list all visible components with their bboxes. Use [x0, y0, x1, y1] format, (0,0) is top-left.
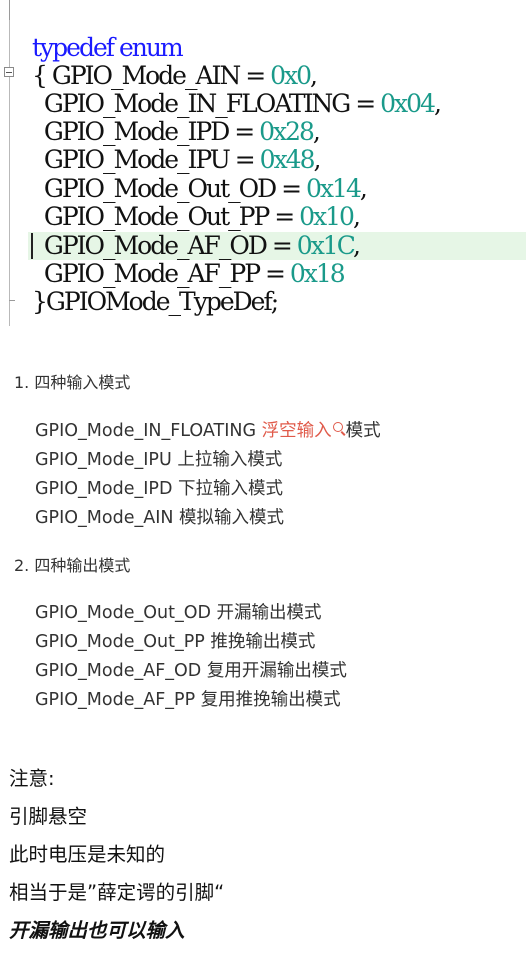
list-item: GPIO_Mode_AF_PP 复用推挽输出模式: [35, 688, 341, 712]
mode-name: GPIO_Mode_Out_PP: [35, 632, 211, 652]
mode-desc: 推挽输出模式: [210, 632, 316, 652]
code-number: 0x48: [259, 145, 316, 174]
code-text: ,: [433, 89, 442, 118]
list-item: GPIO_Mode_Out_PP 推挽输出模式: [35, 630, 315, 654]
code-line-4: GPIO_Mode_IPD = 0x28,: [32, 117, 321, 146]
code-line-10: }GPIOMode_TypeDef;: [32, 287, 279, 316]
list-item: GPIO_Mode_IPU 上拉输入模式: [35, 448, 282, 472]
mode-name: GPIO_Mode_IN_FLOATING: [35, 421, 262, 441]
code-keyword: typedef enum: [32, 33, 184, 62]
gutter-line: [9, 0, 10, 326]
note-heading: 注意:: [9, 767, 55, 790]
fold-end-marker: [9, 300, 15, 301]
text-cursor: [31, 233, 33, 259]
code-text: ,: [312, 117, 321, 146]
code-line-3: GPIO_Mode_IN_FLOATING = 0x04,: [32, 89, 442, 118]
mode-desc: 复用开漏输出模式: [206, 661, 347, 681]
code-text: ,: [313, 145, 322, 174]
mode-name: GPIO_Mode_AF_OD: [35, 661, 207, 681]
code-number: 0x1C: [296, 231, 355, 260]
code-text: GPIO_Mode_IPU =: [32, 145, 260, 174]
collapse-icon[interactable]: [4, 67, 14, 77]
code-block: typedef enum { GPIO_Mode_AIN = 0x0, GPIO…: [0, 0, 526, 326]
code-line-9: GPIO_Mode_AF_PP = 0x18: [32, 259, 346, 288]
code-line-1: typedef enum: [32, 33, 184, 62]
code-text: ,: [352, 202, 361, 231]
code-text: ,: [359, 174, 368, 203]
mode-desc: 上拉输入模式: [177, 450, 283, 470]
code-text: GPIO_Mode_IPD =: [32, 117, 260, 146]
section-heading-output-modes: 2. 四种输出模式: [14, 556, 131, 575]
note-emphasis: 开漏输出也可以输入: [9, 919, 185, 942]
list-item: GPIO_Mode_IN_FLOATING 浮空输入 模式: [35, 419, 381, 443]
note-line: 引脚悬空: [9, 805, 88, 828]
mode-desc: 复用推挽输出模式: [200, 690, 341, 710]
code-line-2: { GPIO_Mode_AIN = 0x0,: [32, 61, 318, 90]
code-text: GPIO_Mode_AF_OD =: [32, 231, 297, 260]
code-line-8: GPIO_Mode_AF_OD = 0x1C,: [32, 231, 361, 260]
code-text: GPIO_Mode_AF_PP =: [32, 259, 290, 288]
code-number: 0x10: [299, 202, 355, 231]
code-number: 0x18: [289, 259, 346, 288]
code-line-5: GPIO_Mode_IPU = 0x48,: [32, 145, 322, 174]
code-number: 0x14: [306, 174, 362, 203]
code-line-6: GPIO_Mode_Out_OD = 0x14,: [32, 174, 368, 203]
list-item: GPIO_Mode_IPD 下拉输入模式: [35, 477, 283, 501]
list-item: GPIO_Mode_Out_OD 开漏输出模式: [35, 601, 322, 625]
code-text: ,: [310, 61, 318, 90]
code-text: GPIO_Mode_IN_FLOATING =: [32, 89, 381, 118]
code-text: GPIO_Mode_Out_OD =: [32, 174, 307, 203]
keyword-link[interactable]: 浮空输入: [262, 421, 332, 441]
code-text: { GPIO_Mode_AIN =: [32, 61, 271, 90]
mode-name: GPIO_Mode_Out_OD: [35, 603, 217, 623]
code-text: }GPIOMode_TypeDef;: [32, 287, 279, 316]
code-text: ,: [352, 231, 361, 260]
list-item: GPIO_Mode_AF_OD 复用开漏输出模式: [35, 659, 347, 683]
search-icon[interactable]: [332, 421, 346, 437]
section-heading-input-modes: 1. 四种输入模式: [14, 373, 131, 392]
mode-name: GPIO_Mode_AF_PP: [35, 690, 201, 710]
mode-desc: 下拉输入模式: [177, 479, 283, 499]
code-number: 0x04: [380, 89, 436, 118]
fold-guide: [9, 0, 10, 20]
code-line-7: GPIO_Mode_Out_PP = 0x10,: [32, 202, 361, 231]
mode-name: GPIO_Mode_IPU: [35, 450, 178, 470]
code-text: GPIO_Mode_Out_PP =: [32, 202, 300, 231]
mode-desc: 模式: [345, 421, 381, 441]
mode-name: GPIO_Mode_IPD: [35, 479, 178, 499]
mode-name: GPIO_Mode_AIN: [35, 508, 180, 528]
mode-desc: 模拟输入模式: [179, 508, 285, 528]
code-number: 0x0: [270, 61, 312, 90]
code-number: 0x28: [259, 117, 315, 146]
list-item: GPIO_Mode_AIN 模拟输入模式: [35, 506, 284, 530]
note-line: 此时电压是未知的: [9, 843, 166, 866]
note-line: 相当于是”薛定谔的引脚“: [9, 881, 225, 904]
mode-desc: 开漏输出模式: [216, 603, 322, 623]
